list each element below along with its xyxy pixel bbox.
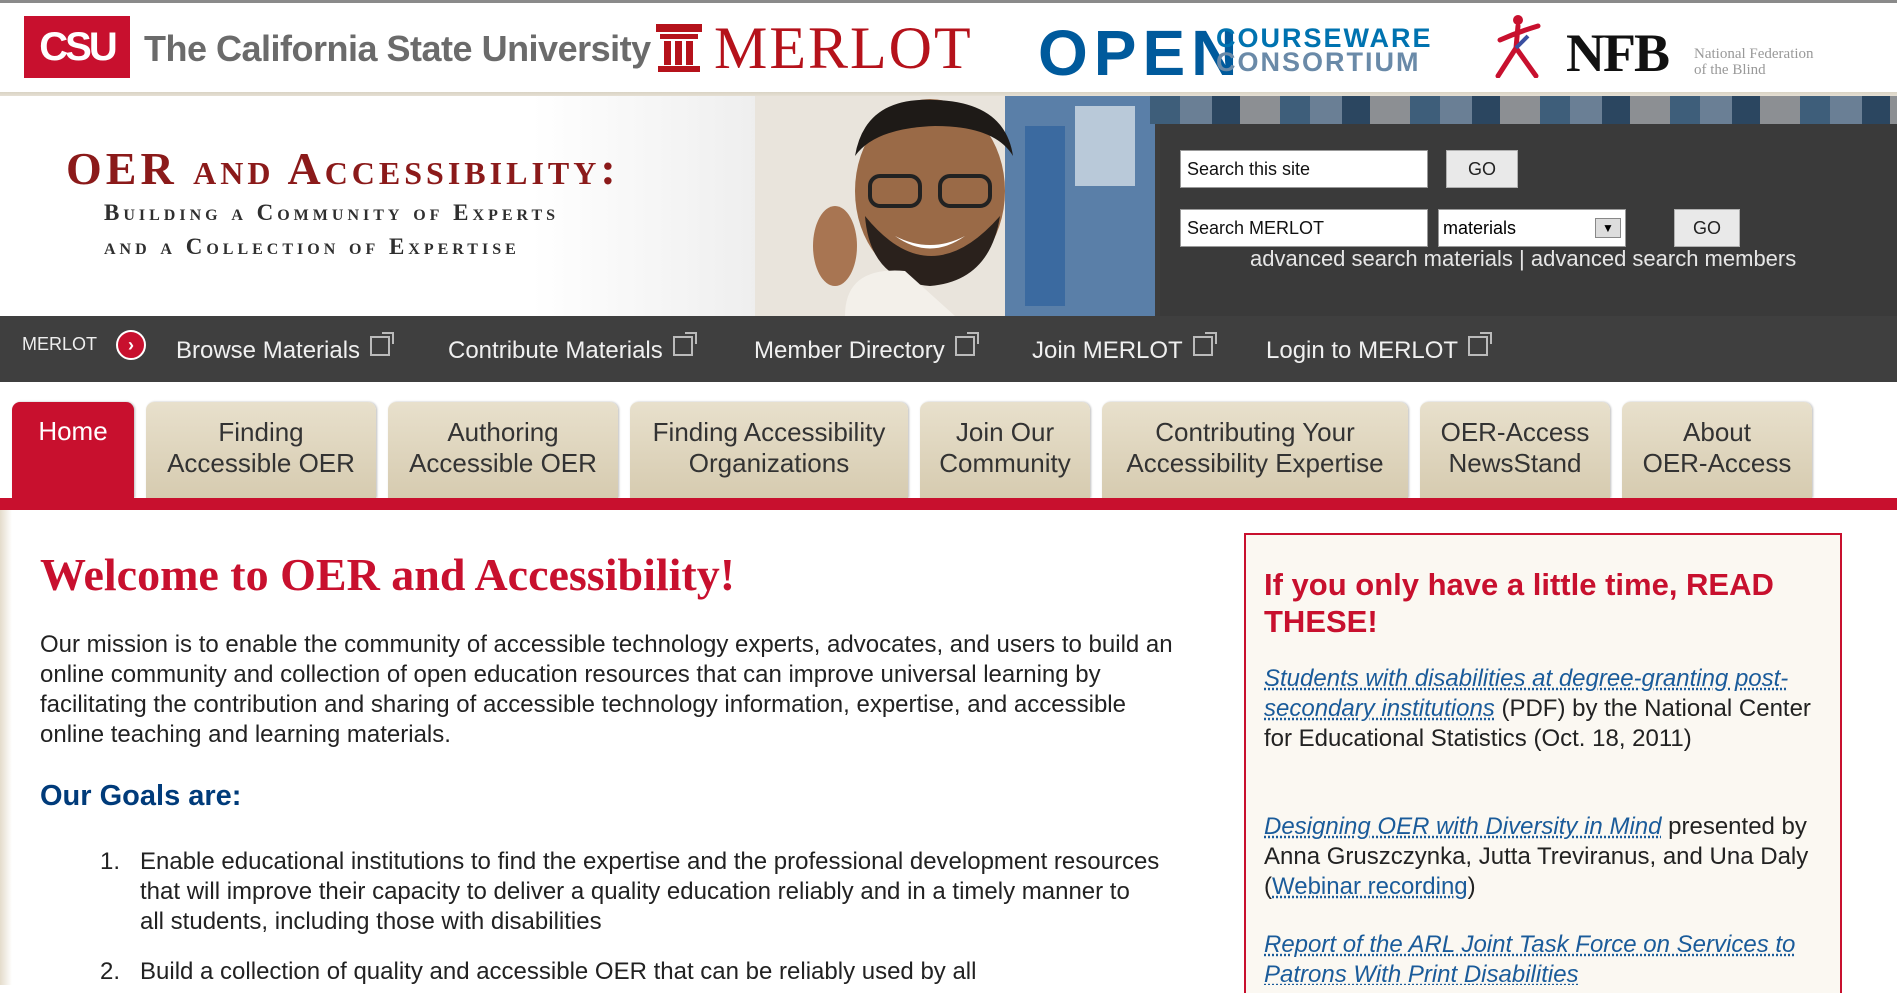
select-value: materials	[1443, 218, 1517, 238]
tab-contributing-your-accessibility-expertise[interactable]: Contributing Your Accessibility Expertise	[1102, 402, 1408, 498]
tab-label-line1: Contributing Your	[1155, 417, 1355, 447]
banner-subtitle-1: Building a Community of Experts	[104, 200, 560, 225]
banner-subtitle-2: and a Collection of Expertise	[104, 234, 520, 259]
tab-label-line2: Organizations	[688, 448, 850, 478]
merlot-search-go-button[interactable]: GO	[1674, 209, 1740, 247]
csu-name[interactable]: The California State University	[144, 28, 651, 70]
tab-label-line2: Accessible OER	[167, 448, 355, 478]
tab-authoring-accessible-oer[interactable]: Authoring Accessible OER	[388, 402, 618, 498]
merlot-wordmark: MERLOT	[714, 15, 973, 81]
tab-label-line2: Accessible OER	[409, 448, 597, 478]
advanced-search-materials-link[interactable]: advanced search materials	[1250, 246, 1513, 271]
arrow-right-icon[interactable]: ›	[116, 330, 146, 360]
tab-label-line1: About	[1683, 417, 1751, 447]
tab-label-line2: OER-Access	[1642, 448, 1792, 478]
mission-paragraph: Our mission is to enable the community o…	[40, 631, 1173, 748]
site-search-input[interactable]: Search this site	[1180, 150, 1428, 188]
goal-text: Build a collection of quality and access…	[140, 958, 977, 985]
nav-link-label: Login to MERLOT	[1266, 337, 1459, 364]
merlot-nav-label: MERLOT	[22, 334, 98, 354]
ocw-line2: CONSORTIUM	[1216, 47, 1421, 77]
tab-label-line1: Finding Accessibility	[652, 417, 886, 447]
tab-home[interactable]: Home	[12, 402, 134, 498]
advanced-search-members-link[interactable]: advanced search members	[1531, 246, 1796, 271]
tab-label: Home	[38, 416, 108, 446]
sidebar-item: Report of the ARL Joint Task Force on Se…	[1264, 930, 1824, 985]
merlot-search-input[interactable]: Search MERLOT	[1180, 209, 1428, 247]
external-link-icon	[1192, 332, 1217, 356]
chevron-down-icon[interactable]: ▼	[1595, 218, 1621, 238]
ocw-open-word: OPEN	[1038, 17, 1244, 89]
goal-number: 1.	[100, 848, 121, 875]
merlot-search-type-select[interactable]: materials ▼	[1438, 209, 1626, 247]
csu-logo[interactable]: CSU	[24, 16, 130, 78]
tab-join-our-community[interactable]: Join Our Community	[920, 402, 1090, 498]
goal-text: Enable educational institutions to find …	[140, 848, 1160, 935]
advanced-search-links: advanced search materials | advanced sea…	[1250, 246, 1796, 272]
tab-finding-accessibility-organizations[interactable]: Finding Accessibility Organizations	[630, 402, 908, 498]
tab-bar-underline	[0, 498, 1897, 510]
external-link-icon	[954, 332, 979, 356]
nav-join-merlot[interactable]: Join MERLOT	[1032, 332, 1217, 365]
tab-label-line2: NewsStand	[1448, 448, 1582, 478]
nav-link-label: Browse Materials	[176, 337, 361, 364]
sidebar-item-close: )	[1467, 873, 1476, 900]
page-title: Welcome to OER and Accessibility!	[40, 549, 736, 600]
nav-member-directory[interactable]: Member Directory	[754, 332, 979, 365]
designing-oer-link[interactable]: Designing OER with Diversity in Mind	[1264, 813, 1661, 840]
external-link-icon	[672, 332, 697, 356]
merlot-logo[interactable]: MERLOT	[656, 14, 973, 83]
nfb-line2: of the Blind	[1694, 62, 1766, 78]
nav-link-label: Member Directory	[754, 337, 945, 364]
nfb-logo[interactable]: NFB	[1566, 22, 1670, 84]
link-separator: |	[1519, 246, 1525, 271]
tab-finding-accessible-oer[interactable]: Finding Accessible OER	[146, 402, 376, 498]
nav-link-label: Join MERLOT	[1032, 337, 1183, 364]
goal-item: 1. Enable educational institutions to fi…	[100, 847, 1160, 939]
merlot-columns-icon	[656, 24, 702, 72]
goals-heading: Our Goals are:	[40, 780, 242, 812]
search-panel	[1160, 96, 1897, 316]
site-search-go-button[interactable]: GO	[1446, 150, 1518, 188]
banner-photo	[755, 96, 1155, 316]
ocw-courseware-text: COURSEWARE CONSORTIUM	[1216, 25, 1433, 77]
ocw-logo[interactable]: OPEN COURSEWARE CONSORTIUM	[1038, 16, 1431, 90]
tab-about-oer-access[interactable]: About OER-Access	[1622, 402, 1812, 498]
banner-photo-strip	[1150, 96, 1897, 124]
sidebar-heading: If you only have a little time, READ THE…	[1264, 567, 1774, 639]
nav-link-label: Contribute Materials	[448, 337, 663, 364]
nav-browse-materials[interactable]: Browse Materials	[176, 332, 395, 365]
goal-number: 2.	[100, 958, 121, 985]
content-left-edge	[0, 510, 12, 985]
external-link-icon	[370, 332, 395, 356]
sidebar-item: Students with disabilities at degree-gra…	[1264, 664, 1824, 754]
nav-login-merlot[interactable]: Login to MERLOT	[1266, 332, 1493, 365]
tab-label-line2: Community	[939, 448, 1071, 478]
tab-label-line1: OER-Access	[1440, 417, 1590, 447]
arl-report-link[interactable]: Report of the ARL Joint Task Force on Se…	[1264, 931, 1795, 985]
tab-label-line1: Finding	[218, 417, 304, 447]
nfb-subtitle: National Federation of the Blind	[1694, 46, 1814, 78]
tab-label-line2: Accessibility Expertise	[1126, 448, 1384, 478]
tab-label-line1: Join Our	[955, 417, 1055, 447]
nav-contribute-materials[interactable]: Contribute Materials	[448, 332, 697, 365]
external-link-icon	[1468, 332, 1493, 356]
goal-item: 2. Build a collection of quality and acc…	[100, 957, 1160, 987]
site-banner: OER and Accessibility: Building a Commun…	[0, 96, 1897, 316]
webinar-recording-link[interactable]: Webinar recording	[1272, 873, 1468, 900]
merlot-nav-bar: MERLOT › Browse Materials Contribute Mat…	[0, 316, 1897, 382]
nfb-line1: National Federation	[1694, 46, 1814, 62]
nfb-figure-icon	[1495, 15, 1541, 78]
tab-label-line1: Authoring	[447, 417, 559, 447]
banner-title: OER and Accessibility:	[66, 143, 620, 194]
sidebar-item: Designing OER with Diversity in Mind pre…	[1264, 812, 1824, 902]
tab-oer-access-newsstand[interactable]: OER-Access NewsStand	[1420, 402, 1610, 498]
